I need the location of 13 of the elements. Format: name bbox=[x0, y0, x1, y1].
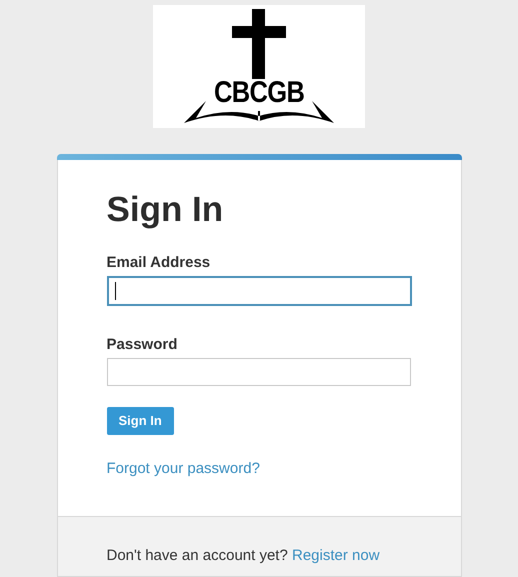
field-label: Password bbox=[106, 336, 178, 354]
text-cursor bbox=[114, 282, 116, 300]
cross-icon bbox=[232, 9, 286, 79]
field-label: Email Address bbox=[106, 254, 212, 272]
sign-in-button[interactable]: Sign In bbox=[106, 406, 174, 434]
register-link[interactable]: Register now bbox=[292, 547, 380, 564]
input-field[interactable] bbox=[106, 276, 412, 306]
logo-text: CBCGB bbox=[214, 78, 304, 108]
input-field[interactable] bbox=[106, 358, 410, 386]
register-prompt: Don't have an account yet? Register now bbox=[106, 546, 381, 566]
open-book-icon bbox=[184, 101, 334, 123]
forgot-password-link[interactable]: Forgot your password? bbox=[106, 458, 260, 480]
page-title: Sign In bbox=[106, 190, 224, 230]
